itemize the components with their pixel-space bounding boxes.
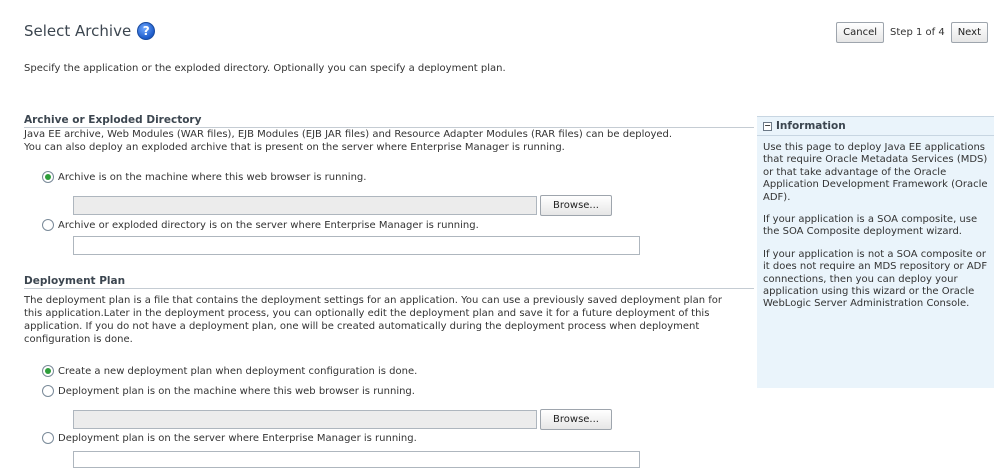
plan-server-field[interactable] bbox=[73, 451, 640, 468]
information-panel-title: Information bbox=[776, 120, 846, 132]
plan-section-header: Deployment Plan bbox=[24, 275, 754, 289]
information-panel-body: Use this page to deploy Java EE applicat… bbox=[757, 136, 994, 311]
archive-local-input[interactable] bbox=[74, 197, 536, 214]
step-indicator: Step 1 of 4 bbox=[890, 27, 945, 38]
information-paragraph: If your application is not a SOA composi… bbox=[763, 248, 988, 310]
plan-local-label: Deployment plan is on the machine where … bbox=[58, 385, 415, 397]
archive-browse-button[interactable]: Browse... bbox=[540, 195, 612, 216]
plan-option-server[interactable]: Deployment plan is on the server where E… bbox=[42, 432, 417, 444]
information-panel-header[interactable]: − Information bbox=[757, 117, 994, 136]
plan-local-field[interactable] bbox=[73, 410, 537, 429]
plan-option-local[interactable]: Deployment plan is on the machine where … bbox=[42, 385, 415, 397]
collapse-icon[interactable]: − bbox=[763, 121, 772, 131]
information-panel: − Information Use this page to deploy Ja… bbox=[757, 116, 994, 388]
cancel-button[interactable]: Cancel bbox=[836, 22, 885, 43]
plan-section-description: The deployment plan is a file that conta… bbox=[24, 295, 722, 345]
archive-option-server[interactable]: Archive or exploded directory is on the … bbox=[42, 219, 479, 231]
archive-server-radio[interactable] bbox=[42, 219, 54, 231]
page-title-text: Select Archive bbox=[24, 22, 132, 40]
plan-browse-button[interactable]: Browse... bbox=[540, 409, 612, 430]
plan-new-label: Create a new deployment plan when deploy… bbox=[58, 365, 418, 377]
archive-server-input[interactable] bbox=[74, 237, 639, 254]
archive-server-field[interactable] bbox=[73, 236, 640, 255]
plan-local-input[interactable] bbox=[74, 411, 536, 428]
plan-local-radio[interactable] bbox=[42, 385, 54, 397]
train-navigation: Cancel Step 1 of 4 Next bbox=[836, 22, 988, 43]
next-button[interactable]: Next bbox=[950, 22, 988, 43]
archive-section-header: Archive or Exploded Directory bbox=[24, 114, 754, 128]
page-subtitle: Specify the application or the exploded … bbox=[24, 63, 506, 74]
archive-server-label: Archive or exploded directory is on the … bbox=[58, 219, 479, 231]
plan-server-input[interactable] bbox=[74, 452, 639, 467]
help-icon[interactable]: ? bbox=[137, 22, 156, 40]
information-paragraph: Use this page to deploy Java EE applicat… bbox=[763, 142, 988, 203]
plan-server-radio[interactable] bbox=[42, 432, 54, 444]
plan-new-radio[interactable] bbox=[42, 365, 54, 377]
information-paragraph: If your application is a SOA composite, … bbox=[763, 214, 978, 238]
plan-server-label: Deployment plan is on the server where E… bbox=[58, 432, 417, 444]
plan-option-new[interactable]: Create a new deployment plan when deploy… bbox=[42, 365, 417, 377]
archive-local-field[interactable] bbox=[73, 196, 537, 215]
archive-option-local[interactable]: Archive is on the machine where this web… bbox=[42, 171, 366, 183]
archive-local-label: Archive is on the machine where this web… bbox=[58, 171, 367, 183]
page-title: Select Archive ? bbox=[24, 22, 156, 40]
archive-section-description: Java EE archive, Web Modules (WAR files)… bbox=[24, 129, 673, 153]
archive-local-radio[interactable] bbox=[42, 171, 54, 183]
